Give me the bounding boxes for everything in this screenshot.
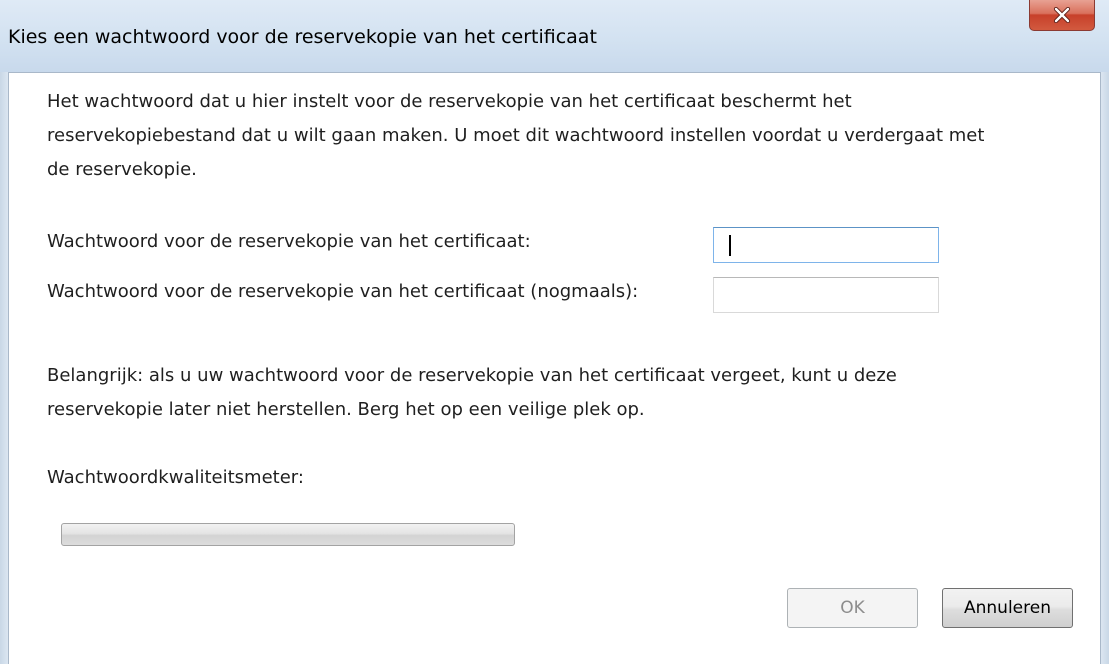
warning-line: Belangrijk: als u uw wachtwoord voor de … [47,365,897,386]
intro-text: Het wachtwoord dat u hier instelt voor d… [47,85,984,187]
cancel-button[interactable]: Annuleren [942,588,1073,628]
warning-text: Belangrijk: als u uw wachtwoord voor de … [47,359,897,427]
window-frame-right [1101,72,1109,664]
intro-line: Het wachtwoord dat u hier instelt voor d… [47,91,852,112]
password-quality-meter [61,523,515,546]
password-confirm-label: Wachtwoord voor de reservekopie van het … [47,281,639,302]
ok-button[interactable]: OK [787,588,918,628]
password-confirm-input[interactable] [713,277,939,313]
warning-line: reservekopie later niet herstellen. Berg… [47,399,645,420]
text-caret [729,235,731,256]
title-bar[interactable]: Kies een wachtwoord voor de reservekopie… [0,0,1109,72]
password-label: Wachtwoord voor de reservekopie van het … [47,231,531,252]
certificate-backup-password-dialog: Kies een wachtwoord voor de reservekopie… [0,0,1109,664]
close-x-icon [1053,7,1071,23]
close-button[interactable] [1029,0,1095,31]
password-input[interactable] [713,227,939,263]
intro-line: de reservekopie. [47,159,197,180]
password-quality-label: Wachtwoordkwaliteitsmeter: [47,467,304,488]
window-frame-left [0,72,8,664]
intro-line: reservekopiebestand dat u wilt gaan make… [47,125,985,146]
window-title: Kies een wachtwoord voor de reservekopie… [8,26,597,48]
dialog-content: Het wachtwoord dat u hier instelt voor d… [8,72,1101,664]
